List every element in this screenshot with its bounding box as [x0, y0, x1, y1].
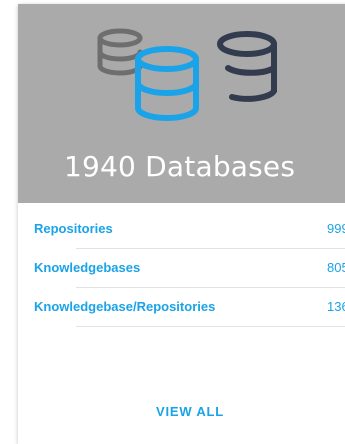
stats-list: Repositories 999 Knowledgebases 805 Know…	[18, 210, 345, 327]
database-gray-icon	[97, 28, 143, 76]
database-blue-icon	[134, 46, 200, 121]
stat-row-knowledgebase-repositories: Knowledgebase/Repositories 136	[18, 288, 345, 327]
stat-row-knowledgebases: Knowledgebases 805	[18, 249, 345, 288]
stat-count-repositories: 999	[327, 221, 345, 236]
card-header: 1940 Databases	[18, 4, 345, 203]
stat-count-knowledgebases: 805	[327, 260, 345, 275]
stat-row-repositories: Repositories 999	[18, 210, 345, 249]
view-all-button[interactable]: VIEW ALL	[156, 404, 224, 419]
stat-link-repositories[interactable]: Repositories	[34, 221, 113, 236]
stat-link-knowledgebase-repositories[interactable]: Knowledgebase/Repositories	[34, 299, 215, 314]
divider	[76, 326, 345, 327]
stat-count-knowledgebase-repositories: 136	[327, 299, 345, 314]
card-title: 1940 Databases	[64, 150, 296, 183]
databases-card: 1940 Databases Repositories 999 Knowledg…	[18, 4, 345, 444]
stat-link-knowledgebases[interactable]: Knowledgebases	[34, 260, 140, 275]
database-dark-icon	[216, 31, 278, 102]
page: 1940 Databases Repositories 999 Knowledg…	[0, 0, 345, 444]
